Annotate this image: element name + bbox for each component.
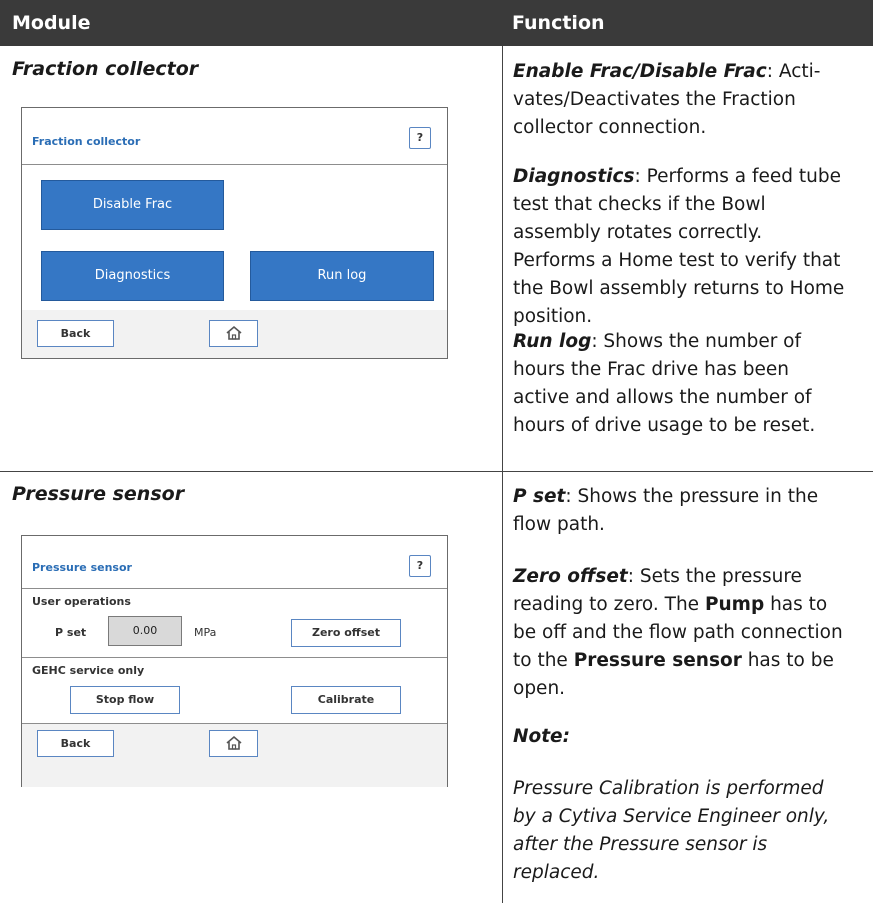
- function-run-log: Run log: Shows the number of hours the F…: [513, 331, 816, 436]
- screen-footer: Back: [22, 723, 447, 787]
- note-text: Pressure Calibration is performed by a C…: [513, 778, 830, 883]
- module-title-pressure-sensor: Pressure sensor: [12, 483, 185, 505]
- home-button[interactable]: [209, 730, 258, 757]
- zero-offset-button[interactable]: Zero offset: [291, 619, 401, 647]
- screen-separator: [22, 657, 447, 658]
- column-divider: [502, 46, 503, 903]
- function-p-set: P set: Shows the pressure in the flow pa…: [513, 486, 819, 535]
- function-column-header: Function: [512, 12, 605, 34]
- back-button[interactable]: Back: [37, 730, 114, 757]
- note-heading: Note:: [513, 726, 570, 747]
- function-zero-offset: Zero offset: Sets the pressure reading t…: [513, 566, 843, 699]
- p-set-value: 0.00: [108, 616, 182, 646]
- function-diagnostics: Diagnostics: Performs a feed tube test t…: [513, 166, 845, 327]
- p-set-label: P set: [55, 626, 87, 639]
- help-button[interactable]: ?: [409, 127, 431, 149]
- home-icon: [225, 735, 242, 750]
- module-column-header: Module: [12, 12, 91, 34]
- table-header: Module Function: [0, 0, 873, 46]
- module-title-fraction-collector: Fraction collector: [12, 58, 199, 80]
- run-log-button[interactable]: Run log: [250, 251, 434, 301]
- help-button[interactable]: ?: [409, 555, 431, 577]
- screen-footer: Back: [22, 310, 447, 358]
- screen-title: Fraction collector: [32, 135, 141, 148]
- diagnostics-button[interactable]: Diagnostics: [41, 251, 224, 301]
- home-icon: [225, 325, 242, 340]
- function-enable-frac: Enable Frac/Disable Frac: Acti- vates/De…: [513, 61, 821, 138]
- row-divider: [0, 471, 873, 472]
- pressure-sensor-screen: Pressure sensor ? User operations P set …: [21, 535, 448, 787]
- home-button[interactable]: [209, 320, 258, 347]
- user-operations-label: User operations: [32, 595, 131, 608]
- calibrate-button[interactable]: Calibrate: [291, 686, 401, 714]
- fraction-collector-screen: Fraction collector ? Disable Frac Diagno…: [21, 107, 448, 359]
- screen-separator: [22, 588, 447, 589]
- disable-frac-button[interactable]: Disable Frac: [41, 180, 224, 230]
- back-button[interactable]: Back: [37, 320, 114, 347]
- stop-flow-button[interactable]: Stop flow: [70, 686, 180, 714]
- pressure-unit: MPa: [194, 626, 217, 639]
- gehc-service-label: GEHC service only: [32, 664, 145, 677]
- screen-title: Pressure sensor: [32, 561, 132, 574]
- screen-separator: [22, 164, 447, 165]
